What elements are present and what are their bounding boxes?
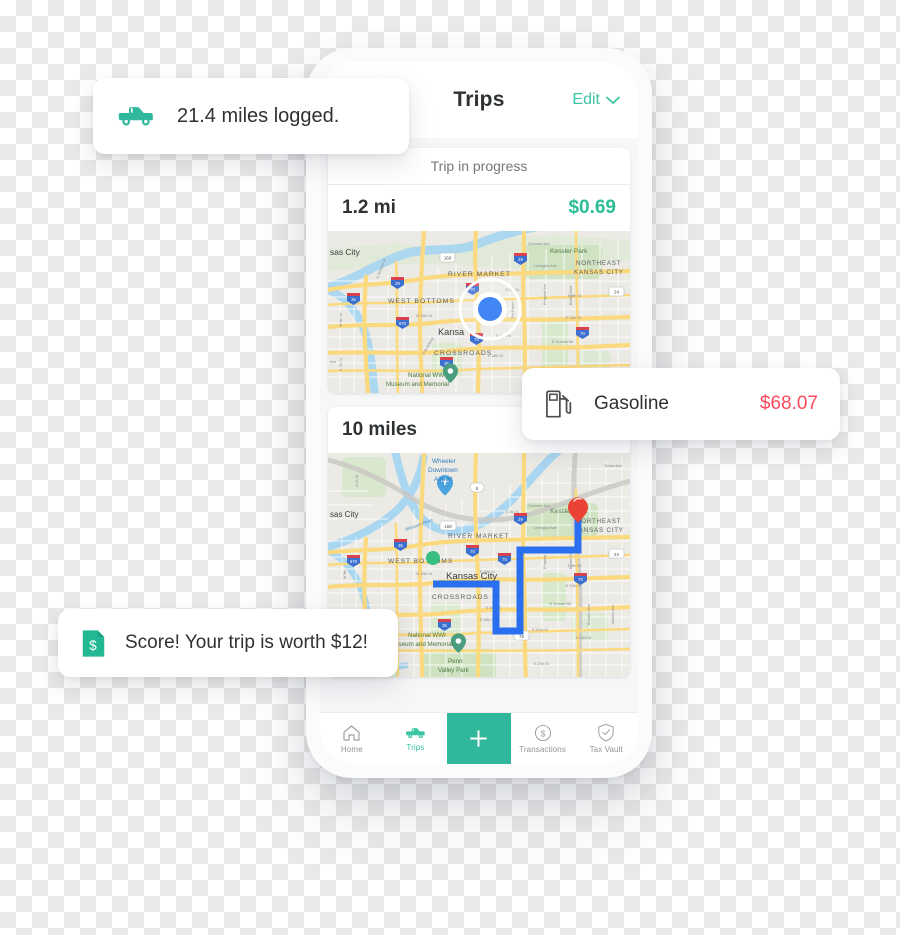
tab-home-label: Home (340, 744, 363, 754)
callout-miles-logged[interactable]: 21.4 miles logged. (93, 78, 409, 154)
edit-button-label: Edit (572, 91, 600, 108)
tab-add[interactable] (447, 713, 511, 764)
trip-start-dot (426, 551, 440, 565)
tab-transactions-label: Transactions (519, 744, 566, 754)
money-bill-icon: $ (82, 629, 105, 657)
gas-pump-icon (546, 390, 572, 418)
page-title: Trips (453, 88, 505, 111)
car-icon (118, 107, 153, 126)
edit-button[interactable]: Edit (572, 91, 620, 109)
home-icon (343, 724, 360, 741)
callout-miles-text: 21.4 miles logged. (177, 104, 340, 127)
tab-home[interactable]: Home (320, 713, 384, 764)
callout-gasoline[interactable]: Gasoline $68.07 (522, 368, 840, 440)
dollar-circle-icon: $ (534, 724, 551, 741)
trip-amount: $0.69 (568, 197, 616, 218)
trip-distance: 10 miles (342, 419, 417, 440)
tab-trips[interactable]: Trips (384, 713, 448, 764)
tab-trips-label: Trips (406, 742, 425, 752)
trip-end-pin (568, 497, 588, 523)
trip-summary-row: 1.2 mi $0.69 (328, 185, 630, 231)
shield-check-icon (598, 723, 614, 742)
trip-card[interactable]: Trip in progress 1.2 mi $0.69 169 24 29 … (328, 148, 630, 393)
canvas: Trips Edit Trip in progress 1.2 mi $0.69 (0, 0, 900, 935)
callout-gasoline-label: Gasoline (594, 393, 669, 414)
tab-tax-vault-label: Tax Vault (589, 745, 623, 754)
svg-text:$: $ (89, 637, 97, 652)
callout-score-text: Score! Your trip is worth $12! (125, 632, 368, 653)
car-icon (405, 727, 425, 738)
chevron-down-icon (606, 96, 620, 104)
svg-text:$: $ (540, 728, 545, 738)
tab-tax-vault[interactable]: Tax Vault (574, 713, 638, 764)
bottom-navigation: Home Trips $ Transactions Tax Vault (320, 712, 638, 764)
plus-icon (470, 730, 488, 747)
callout-score[interactable]: $ Score! Your trip is worth $12! (58, 609, 398, 677)
trip-distance: 1.2 mi (342, 197, 396, 218)
callout-gasoline-amount: $68.07 (759, 393, 818, 414)
tab-transactions[interactable]: $ Transactions (511, 713, 575, 764)
